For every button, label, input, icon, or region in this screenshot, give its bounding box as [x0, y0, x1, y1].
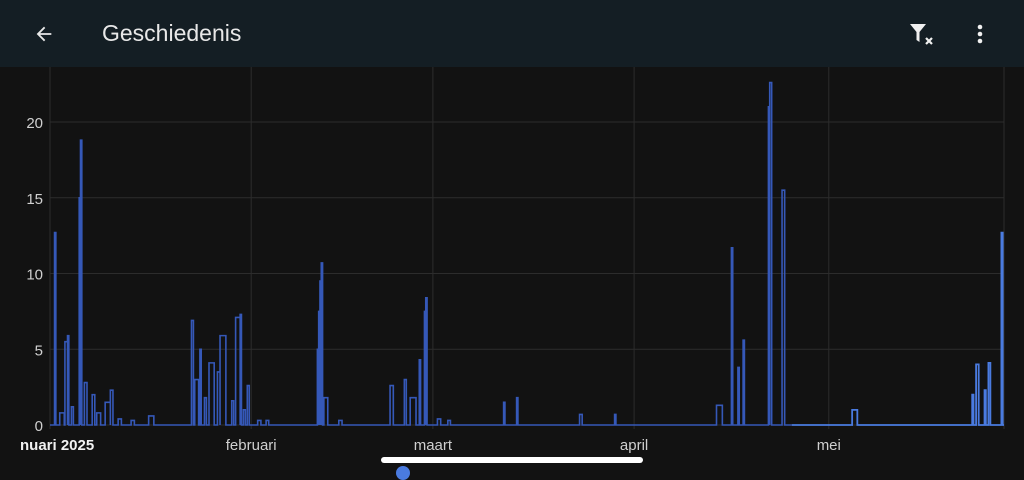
- x-tick-label: mei: [817, 437, 841, 454]
- history-line-series: [50, 81, 792, 426]
- history-line-series-recent: [791, 231, 1004, 426]
- more-options-button[interactable]: [966, 18, 994, 50]
- back-button[interactable]: [28, 18, 60, 50]
- y-tick-label: 20: [26, 115, 43, 132]
- more-vert-icon: [977, 24, 983, 44]
- x-tick-label: nuari 2025: [20, 437, 94, 454]
- history-chart[interactable]: 0 5 10 15 20 nuari 2025 februari maart april mei: [0, 67, 1024, 457]
- x-tick-label: maart: [414, 437, 453, 454]
- filter-clear-icon: [910, 24, 933, 45]
- x-tick-label: februari: [226, 437, 277, 454]
- arrow-left-icon: [36, 26, 52, 42]
- clear-filter-button[interactable]: [906, 18, 940, 50]
- y-tick-label: 0: [35, 418, 43, 435]
- app-bar: Geschiedenis: [0, 0, 1024, 67]
- y-tick-label: 10: [26, 267, 43, 284]
- home-gesture-bar[interactable]: [381, 457, 643, 463]
- x-tick-label: april: [620, 437, 648, 454]
- y-tick-label: 15: [26, 191, 43, 208]
- page-title: Geschiedenis: [102, 20, 242, 46]
- scroll-indicator: [396, 466, 410, 480]
- y-tick-label: 5: [35, 342, 43, 359]
